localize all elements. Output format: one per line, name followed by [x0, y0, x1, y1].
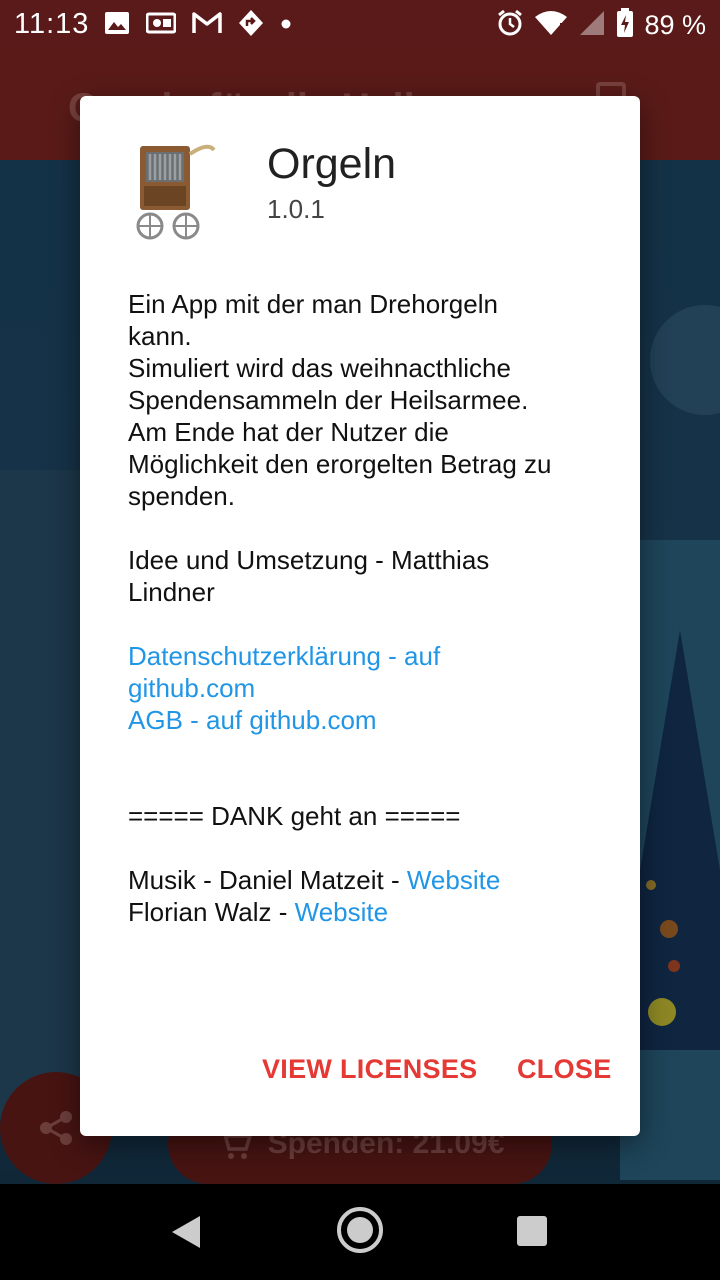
battery-icon	[616, 8, 634, 43]
thanks-text: Florian Walz -	[128, 897, 295, 927]
media-icon	[145, 11, 177, 40]
gmail-icon	[192, 11, 222, 40]
recents-icon[interactable]	[517, 1216, 547, 1246]
app-version: 1.0.1	[267, 194, 325, 224]
website-link[interactable]: Website	[407, 865, 500, 895]
nav-icon	[238, 9, 264, 42]
description-line: Simuliert wird das weihnacthliche	[128, 353, 511, 383]
battery-percent: 89 %	[644, 10, 706, 40]
description-line: Am Ende hat der Nutzer die	[128, 417, 449, 447]
credits-line: Lindner	[128, 577, 215, 607]
notification-icons	[104, 9, 292, 42]
view-licenses-button[interactable]: VIEW LICENSES	[262, 1054, 477, 1085]
thanks-row: Musik - Daniel Matzeit - Website	[128, 864, 598, 896]
status-time: 11:13	[14, 8, 90, 40]
app-description: Ein App mit der man Drehorgeln kann. Sim…	[128, 288, 598, 512]
privacy-policy-link[interactable]: Datenschutzerklärung - auf github.com	[128, 640, 598, 704]
thanks-row: Florian Walz - Website	[128, 896, 598, 928]
description-line: kann.	[128, 321, 192, 351]
thanks-heading: ===== DANK geht an =====	[128, 801, 461, 831]
website-link[interactable]: Website	[295, 897, 388, 927]
description-line: spenden.	[128, 481, 235, 511]
system-icons: 89 %	[496, 8, 706, 43]
status-bar: 11:13 89 %	[0, 0, 720, 48]
app-name: Orgeln	[267, 140, 397, 188]
privacy-link-line: Datenschutzerklärung - auf	[128, 641, 441, 671]
signal-icon	[578, 9, 606, 42]
home-icon-inner	[347, 1217, 373, 1243]
terms-link[interactable]: AGB - auf github.com	[128, 704, 598, 736]
about-dialog: Orgeln 1.0.1 Ein App mit der man Drehorg…	[80, 96, 640, 1136]
dot-icon	[280, 17, 292, 35]
app-logo	[128, 140, 218, 240]
description-line: Spendensammeln der Heilsarmee.	[128, 385, 529, 415]
privacy-link-line: github.com	[128, 673, 256, 703]
description-line: Möglichkeit den erorgelten Betrag zu	[128, 449, 552, 479]
wifi-icon	[534, 9, 568, 42]
image-icon	[104, 11, 130, 40]
thanks-text: Musik - Daniel Matzeit -	[128, 865, 407, 895]
close-button[interactable]: CLOSE	[517, 1054, 612, 1085]
description-line: Ein App mit der man Drehorgeln	[128, 289, 498, 319]
alarm-icon	[496, 9, 524, 42]
credits: Idee und Umsetzung - Matthias Lindner	[128, 544, 598, 608]
back-icon[interactable]	[172, 1216, 200, 1248]
credits-line: Idee und Umsetzung - Matthias	[128, 545, 490, 575]
thanks-list: Musik - Daniel Matzeit - Website Florian…	[128, 864, 598, 928]
